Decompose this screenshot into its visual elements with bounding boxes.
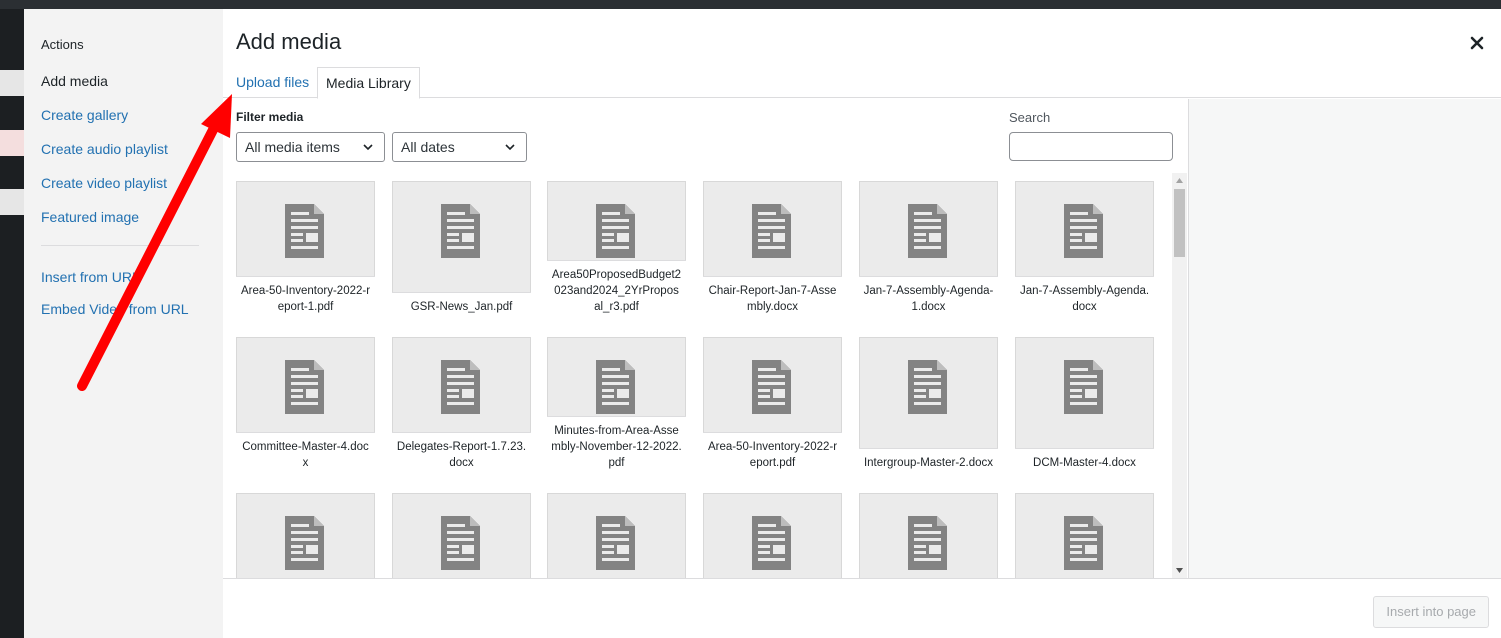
document-icon bbox=[1063, 515, 1104, 571]
modal-footer: Insert into page bbox=[223, 578, 1501, 638]
chevron-down-icon bbox=[505, 144, 515, 151]
attachment-tile[interactable] bbox=[547, 493, 686, 578]
sidebar-separator bbox=[41, 245, 199, 246]
filter-media-label: Filter media bbox=[236, 110, 304, 124]
menu-add-media[interactable]: Add media bbox=[41, 73, 108, 89]
media-type-select[interactable]: All media items bbox=[236, 132, 385, 162]
document-icon bbox=[1063, 359, 1104, 415]
attachment-filename: DCM-Master-4.docx bbox=[1015, 448, 1154, 476]
sidebar-heading: Actions bbox=[41, 37, 84, 52]
media-type-value: All media items bbox=[245, 139, 340, 155]
document-icon bbox=[907, 515, 948, 571]
media-sidebar: Actions Add media Create gallery Create … bbox=[24, 9, 223, 638]
attachment-filename: GSR-News_Jan.pdf bbox=[392, 292, 531, 320]
menu-featured-image[interactable]: Featured image bbox=[41, 209, 139, 225]
attachment-tile[interactable] bbox=[859, 493, 998, 578]
menu-create-audio-playlist[interactable]: Create audio playlist bbox=[41, 141, 168, 157]
attachment-tile[interactable]: GSR-News_Jan.pdf bbox=[392, 181, 531, 320]
attachment-tile[interactable]: DCM-Master-4.docx bbox=[1015, 337, 1154, 476]
attachment-filename: Committee-Master-4.docx bbox=[236, 432, 375, 476]
document-icon bbox=[751, 359, 792, 415]
media-modal: Actions Add media Create gallery Create … bbox=[24, 9, 1501, 638]
attachment-filename: Area-50-Inventory-2022-report.pdf bbox=[703, 432, 842, 476]
insert-into-page-button[interactable]: Insert into page bbox=[1373, 596, 1489, 628]
attachment-tile[interactable]: Area-50-Inventory-2022-report.pdf bbox=[703, 337, 842, 476]
date-filter-select[interactable]: All dates bbox=[392, 132, 527, 162]
document-icon bbox=[284, 359, 325, 415]
attachment-filename: Area50ProposedBudget2023and2024_2YrPropo… bbox=[547, 260, 686, 320]
menu-create-gallery[interactable]: Create gallery bbox=[41, 107, 128, 123]
attachment-details-panel bbox=[1189, 99, 1501, 579]
attachment-tile[interactable]: Chair-Report-Jan-7-Assembly.docx bbox=[703, 181, 842, 320]
attachment-tile[interactable]: Jan-7-Assembly-Agenda.docx bbox=[1015, 181, 1154, 320]
grid-scrollbar[interactable] bbox=[1172, 173, 1187, 578]
tab-upload-files[interactable]: Upload files bbox=[228, 67, 317, 99]
document-icon bbox=[595, 515, 636, 571]
attachment-tile[interactable]: Minutes-from-Area-Assembly-November-12-2… bbox=[547, 337, 686, 476]
background-page bbox=[0, 9, 24, 638]
menu-insert-from-url[interactable]: Insert from URL bbox=[41, 269, 140, 285]
attachment-filename: Area-50-Inventory-2022-report-1.pdf bbox=[236, 276, 375, 320]
attachment-tile[interactable]: Intergroup-Master-2.docx bbox=[859, 337, 998, 476]
chevron-down-icon bbox=[363, 144, 373, 151]
document-icon bbox=[751, 515, 792, 571]
scrollbar-thumb[interactable] bbox=[1174, 189, 1185, 257]
document-icon bbox=[284, 515, 325, 571]
document-icon bbox=[1063, 203, 1104, 259]
attachment-tile[interactable]: Committee-Master-4.docx bbox=[236, 337, 375, 476]
document-icon bbox=[595, 203, 636, 259]
close-icon[interactable] bbox=[1465, 31, 1489, 55]
search-label: Search bbox=[1009, 110, 1051, 125]
document-icon bbox=[440, 515, 481, 571]
attachment-tile[interactable] bbox=[392, 493, 531, 578]
attachment-tile[interactable]: Area50ProposedBudget2023and2024_2YrPropo… bbox=[547, 181, 686, 320]
tab-media-library[interactable]: Media Library bbox=[317, 67, 420, 99]
background-admin-bar bbox=[0, 0, 1501, 9]
search-input[interactable] bbox=[1009, 132, 1173, 161]
scroll-up-icon[interactable] bbox=[1176, 178, 1183, 183]
attachment-filename: Chair-Report-Jan-7-Assembly.docx bbox=[703, 276, 842, 320]
attachment-tile[interactable] bbox=[236, 493, 375, 578]
attachment-tile[interactable] bbox=[703, 493, 842, 578]
attachment-filename: Jan-7-Assembly-Agenda.docx bbox=[1015, 276, 1154, 320]
document-icon bbox=[907, 359, 948, 415]
modal-title: Add media bbox=[236, 29, 342, 54]
attachment-tile[interactable]: Delegates-Report-1.7.23.docx bbox=[392, 337, 531, 476]
attachments-grid: Area-50-Inventory-2022-report-1.pdf GSR-N… bbox=[223, 167, 1188, 578]
attachment-filename: Delegates-Report-1.7.23.docx bbox=[392, 432, 531, 476]
attachment-tile[interactable]: Area-50-Inventory-2022-report-1.pdf bbox=[236, 181, 375, 320]
scroll-down-icon[interactable] bbox=[1176, 568, 1183, 573]
document-icon bbox=[907, 203, 948, 259]
document-icon bbox=[440, 203, 481, 259]
attachment-tile[interactable]: Jan-7-Assembly-Agenda-1.docx bbox=[859, 181, 998, 320]
menu-create-video-playlist[interactable]: Create video playlist bbox=[41, 175, 167, 191]
document-icon bbox=[595, 359, 636, 415]
document-icon bbox=[751, 203, 792, 259]
attachment-filename: Jan-7-Assembly-Agenda-1.docx bbox=[859, 276, 998, 320]
date-filter-value: All dates bbox=[401, 139, 455, 155]
attachment-tile[interactable] bbox=[1015, 493, 1154, 578]
document-icon bbox=[284, 203, 325, 259]
document-icon bbox=[440, 359, 481, 415]
media-tabs: Upload files Media Library bbox=[223, 67, 1501, 99]
menu-embed-video-from-url[interactable]: Embed Video from URL bbox=[41, 301, 189, 317]
attachment-filename: Minutes-from-Area-Assembly-November-12-2… bbox=[547, 416, 686, 476]
attachment-filename: Intergroup-Master-2.docx bbox=[859, 448, 998, 476]
